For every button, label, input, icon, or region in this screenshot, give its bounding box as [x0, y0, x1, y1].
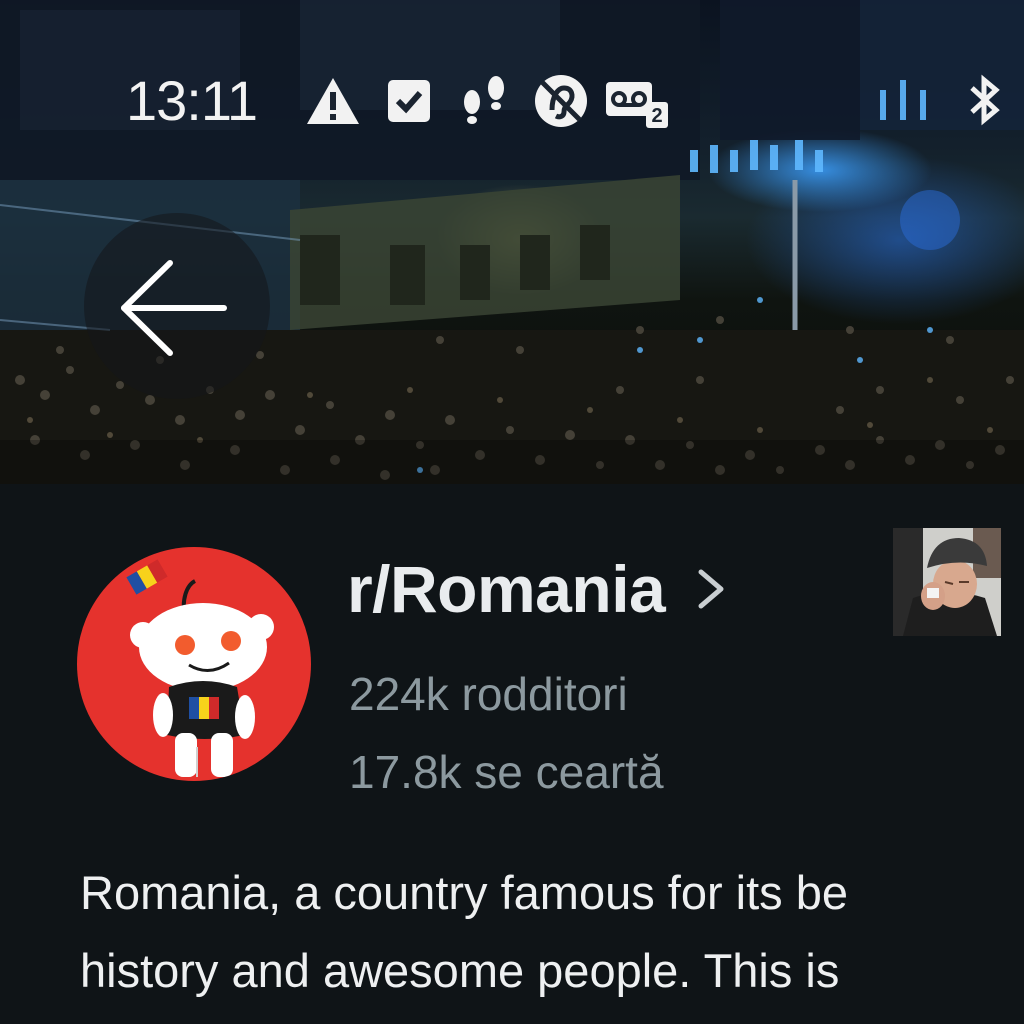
hearing-off-icon: [532, 72, 590, 128]
status-bar: 13:11 2: [0, 60, 1024, 140]
arrow-left-icon: [121, 260, 227, 356]
community-description: Romania, a country famous for its be his…: [80, 854, 1024, 1010]
man-wiping-tears-photo: [893, 528, 1001, 636]
community-header: r/Romania 224k rodditori 17.8k se ceartă: [0, 484, 1024, 1024]
description-line: history and awesome people. This is: [80, 944, 840, 997]
community-name-link[interactable]: r/Romania: [347, 544, 729, 634]
status-time: 13:11: [126, 69, 258, 132]
bluetooth-icon: [962, 72, 1008, 128]
check-box-icon: [386, 72, 432, 128]
subreddit-screen: 13:11 2 r/Romania 224k rodditori 17.8k s…: [0, 0, 1024, 1024]
warning-icon: [304, 72, 362, 128]
online-count: 17.8k se ceartă: [349, 746, 664, 798]
chevron-right-icon: [698, 569, 724, 609]
moderator-thumbnail[interactable]: [893, 528, 1001, 636]
member-count: 224k rodditori: [349, 668, 628, 720]
footsteps-icon: [458, 72, 512, 128]
voicemail-count: 2: [651, 105, 662, 127]
description-line: Romania, a country famous for its be: [80, 866, 849, 919]
voicemail-icon: 2: [604, 72, 670, 128]
back-button[interactable]: [84, 213, 270, 399]
community-avatar[interactable]: [77, 547, 311, 781]
snoo-romanian-flag-avatar: [126, 559, 274, 777]
community-name: r/Romania: [347, 552, 666, 626]
